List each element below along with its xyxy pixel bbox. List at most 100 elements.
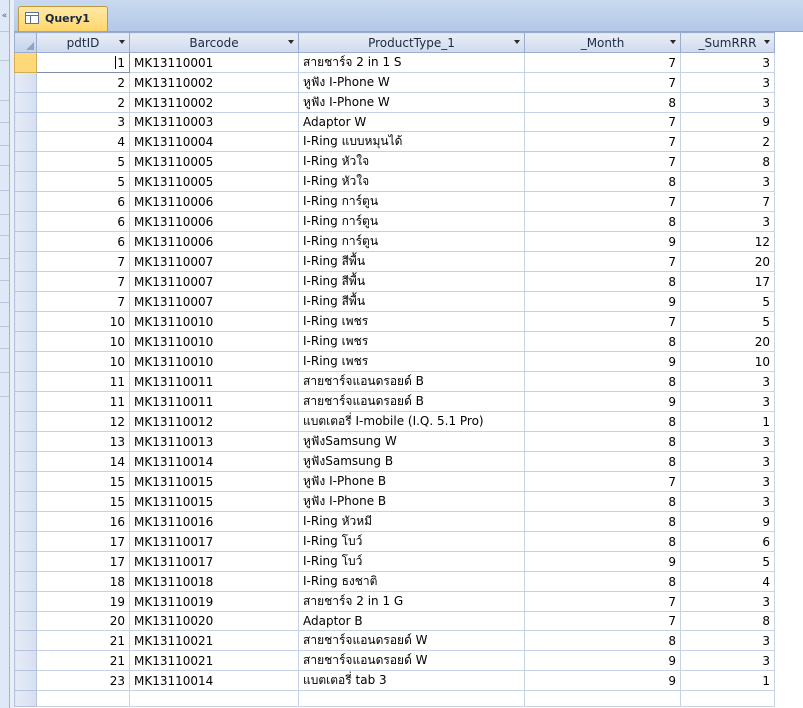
- cell-producttype[interactable]: I-Ring สีพื้น: [298, 251, 525, 272]
- cell-producttype[interactable]: Adaptor B: [298, 611, 525, 631]
- table-row[interactable]: 10 MK13110010 I-Ring เพชร 7 5: [14, 311, 775, 332]
- cell-barcode[interactable]: MK13110001: [129, 52, 299, 73]
- record-selector[interactable]: [14, 551, 37, 572]
- cell-pdtid[interactable]: 19: [36, 591, 130, 612]
- cell-pdtid[interactable]: 5: [36, 151, 130, 172]
- table-row[interactable]: 7 MK13110007 I-Ring สีพื้น 8 17: [14, 271, 775, 292]
- cell-barcode[interactable]: MK13110021: [129, 650, 299, 671]
- column-header-barcode[interactable]: Barcode: [129, 32, 299, 53]
- table-row[interactable]: 12 MK13110012 แบตเตอรี่ I-mobile (I.Q. 5.1…: [14, 411, 775, 432]
- table-row[interactable]: 1 MK13110001 สายชาร์จ 2 in 1 S73: [14, 52, 775, 73]
- column-header-producttype[interactable]: ProductType_1: [298, 32, 525, 53]
- cell-barcode[interactable]: MK13110005: [129, 171, 299, 192]
- record-selector[interactable]: [14, 371, 37, 392]
- table-row[interactable]: 13 MK13110013 หูฟังSamsung W83: [14, 431, 775, 452]
- cell-sumrrr[interactable]: 20: [680, 331, 775, 352]
- cell-producttype[interactable]: สายชาร์จ 2 in 1 S: [298, 52, 525, 73]
- cell-barcode[interactable]: MK13110006: [129, 211, 299, 232]
- table-row[interactable]: 5 MK13110005 I-Ring หัวใจ 7 8: [14, 151, 775, 172]
- cell-producttype[interactable]: I-Ring ธงชาติ: [298, 571, 525, 592]
- cell-barcode[interactable]: MK13110021: [129, 630, 299, 651]
- cell-producttype[interactable]: สายชาร์จแอนดรอยด์ W: [298, 630, 525, 651]
- record-selector[interactable]: [14, 231, 37, 252]
- cell-sumrrr[interactable]: 5: [680, 291, 775, 312]
- cell-sumrrr[interactable]: 20: [680, 251, 775, 272]
- cell-pdtid[interactable]: 5: [36, 171, 130, 192]
- cell-month[interactable]: 7: [524, 311, 681, 332]
- cell-barcode[interactable]: MK13110010: [129, 331, 299, 352]
- cell-pdtid[interactable]: 17: [36, 531, 130, 552]
- record-selector[interactable]: [14, 571, 37, 592]
- cell-producttype[interactable]: I-Ring เพชร: [298, 331, 525, 352]
- cell-pdtid[interactable]: 16: [36, 511, 130, 532]
- table-row[interactable]: 4 MK13110004 I-Ring แบบหมุนได้ 7 2: [14, 131, 775, 152]
- cell-sumrrr[interactable]: 5: [680, 551, 775, 572]
- table-row[interactable]: 6 MK13110006 I-Ring การ์ตูน 8 3: [14, 211, 775, 232]
- cell-barcode[interactable]: MK13110011: [129, 371, 299, 392]
- table-row[interactable]: 17 MK13110017 I-Ring โบว์ 9 5: [14, 551, 775, 572]
- table-row[interactable]: 23 MK13110014 แบตเตอรี่ tab 391: [14, 670, 775, 691]
- cell-barcode[interactable]: MK13110007: [129, 291, 299, 312]
- record-selector[interactable]: [14, 630, 37, 651]
- cell-month[interactable]: 9: [524, 551, 681, 572]
- cell-producttype[interactable]: แบตเตอรี่ tab 3: [298, 670, 525, 691]
- cell-sumrrr[interactable]: 3: [680, 171, 775, 192]
- cell-pdtid[interactable]: 7: [36, 251, 130, 272]
- cell-barcode[interactable]: MK13110014: [129, 670, 299, 691]
- cell-month[interactable]: 8: [524, 211, 681, 232]
- cell-producttype[interactable]: I-Ring หัวหมี: [298, 511, 525, 532]
- cell-producttype[interactable]: I-Ring การ์ตูน: [298, 211, 525, 232]
- record-selector[interactable]: [14, 112, 37, 132]
- cell-producttype[interactable]: I-Ring การ์ตูน: [298, 191, 525, 212]
- cell-barcode[interactable]: MK13110014: [129, 451, 299, 472]
- cell-pdtid[interactable]: 17: [36, 551, 130, 572]
- table-row[interactable]: 2 MK13110002 หูฟัง I-Phone W73: [14, 72, 775, 93]
- record-selector[interactable]: [14, 211, 37, 232]
- cell-pdtid[interactable]: 6: [36, 191, 130, 212]
- cell-barcode[interactable]: MK13110004: [129, 131, 299, 152]
- cell-sumrrr[interactable]: 3: [680, 92, 775, 113]
- cell-barcode[interactable]: MK13110015: [129, 471, 299, 492]
- table-row[interactable]: 14 MK13110014 หูฟังSamsung B83: [14, 451, 775, 472]
- cell-barcode[interactable]: MK13110005: [129, 151, 299, 172]
- cell-producttype[interactable]: หูฟัง I-Phone B: [298, 491, 525, 512]
- cell-sumrrr[interactable]: 3: [680, 391, 775, 412]
- record-selector[interactable]: [14, 391, 37, 412]
- cell-producttype[interactable]: I-Ring โบว์: [298, 551, 525, 572]
- cell-pdtid[interactable]: 2: [36, 92, 130, 113]
- table-row[interactable]: 19 MK13110019 สายชาร์จ 2 in 1 G73: [14, 591, 775, 612]
- cell-producttype[interactable]: I-Ring สีพื้น: [298, 271, 525, 292]
- cell-producttype[interactable]: Adaptor W: [298, 112, 525, 132]
- cell-pdtid[interactable]: 21: [36, 650, 130, 671]
- record-selector[interactable]: [14, 351, 37, 372]
- select-all-button[interactable]: [14, 32, 37, 53]
- table-row[interactable]: 6 MK13110006 I-Ring การ์ตูน 7 7: [14, 191, 775, 212]
- cell-pdtid[interactable]: 11: [36, 371, 130, 392]
- record-selector[interactable]: [14, 531, 37, 552]
- cell-producttype[interactable]: I-Ring สีพื้น: [298, 291, 525, 312]
- record-selector[interactable]: [14, 331, 37, 352]
- record-selector[interactable]: [14, 670, 37, 691]
- cell-sumrrr[interactable]: 8: [680, 611, 775, 631]
- table-row[interactable]: 7 MK13110007 I-Ring สีพื้น 7 20: [14, 251, 775, 272]
- cell-month[interactable]: 7: [524, 191, 681, 212]
- cell-pdtid[interactable]: 7: [36, 291, 130, 312]
- cell-month[interactable]: 9: [524, 650, 681, 671]
- cell-barcode[interactable]: MK13110016: [129, 511, 299, 532]
- cell-pdtid[interactable]: 7: [36, 271, 130, 292]
- column-header-sumrrr[interactable]: _SumRRR: [680, 32, 775, 53]
- cell-sumrrr[interactable]: 2: [680, 131, 775, 152]
- cell-month[interactable]: 7: [524, 591, 681, 612]
- cell-producttype[interactable]: หูฟัง I-Phone W: [298, 72, 525, 93]
- cell-month[interactable]: 8: [524, 371, 681, 392]
- table-row[interactable]: 11 MK13110011 สายชาร์จแอนดรอยด์ B93: [14, 391, 775, 412]
- cell-pdtid[interactable]: 1: [36, 52, 130, 73]
- cell-pdtid[interactable]: 6: [36, 231, 130, 252]
- cell-month[interactable]: 7: [524, 72, 681, 93]
- cell-producttype[interactable]: หูฟังSamsung B: [298, 451, 525, 472]
- cell-month[interactable]: 8: [524, 511, 681, 532]
- cell-sumrrr[interactable]: 5: [680, 311, 775, 332]
- table-row[interactable]: 10 MK13110010 I-Ring เพชร 9 10: [14, 351, 775, 372]
- cell-month[interactable]: 9: [524, 391, 681, 412]
- cell-month[interactable]: 9: [524, 351, 681, 372]
